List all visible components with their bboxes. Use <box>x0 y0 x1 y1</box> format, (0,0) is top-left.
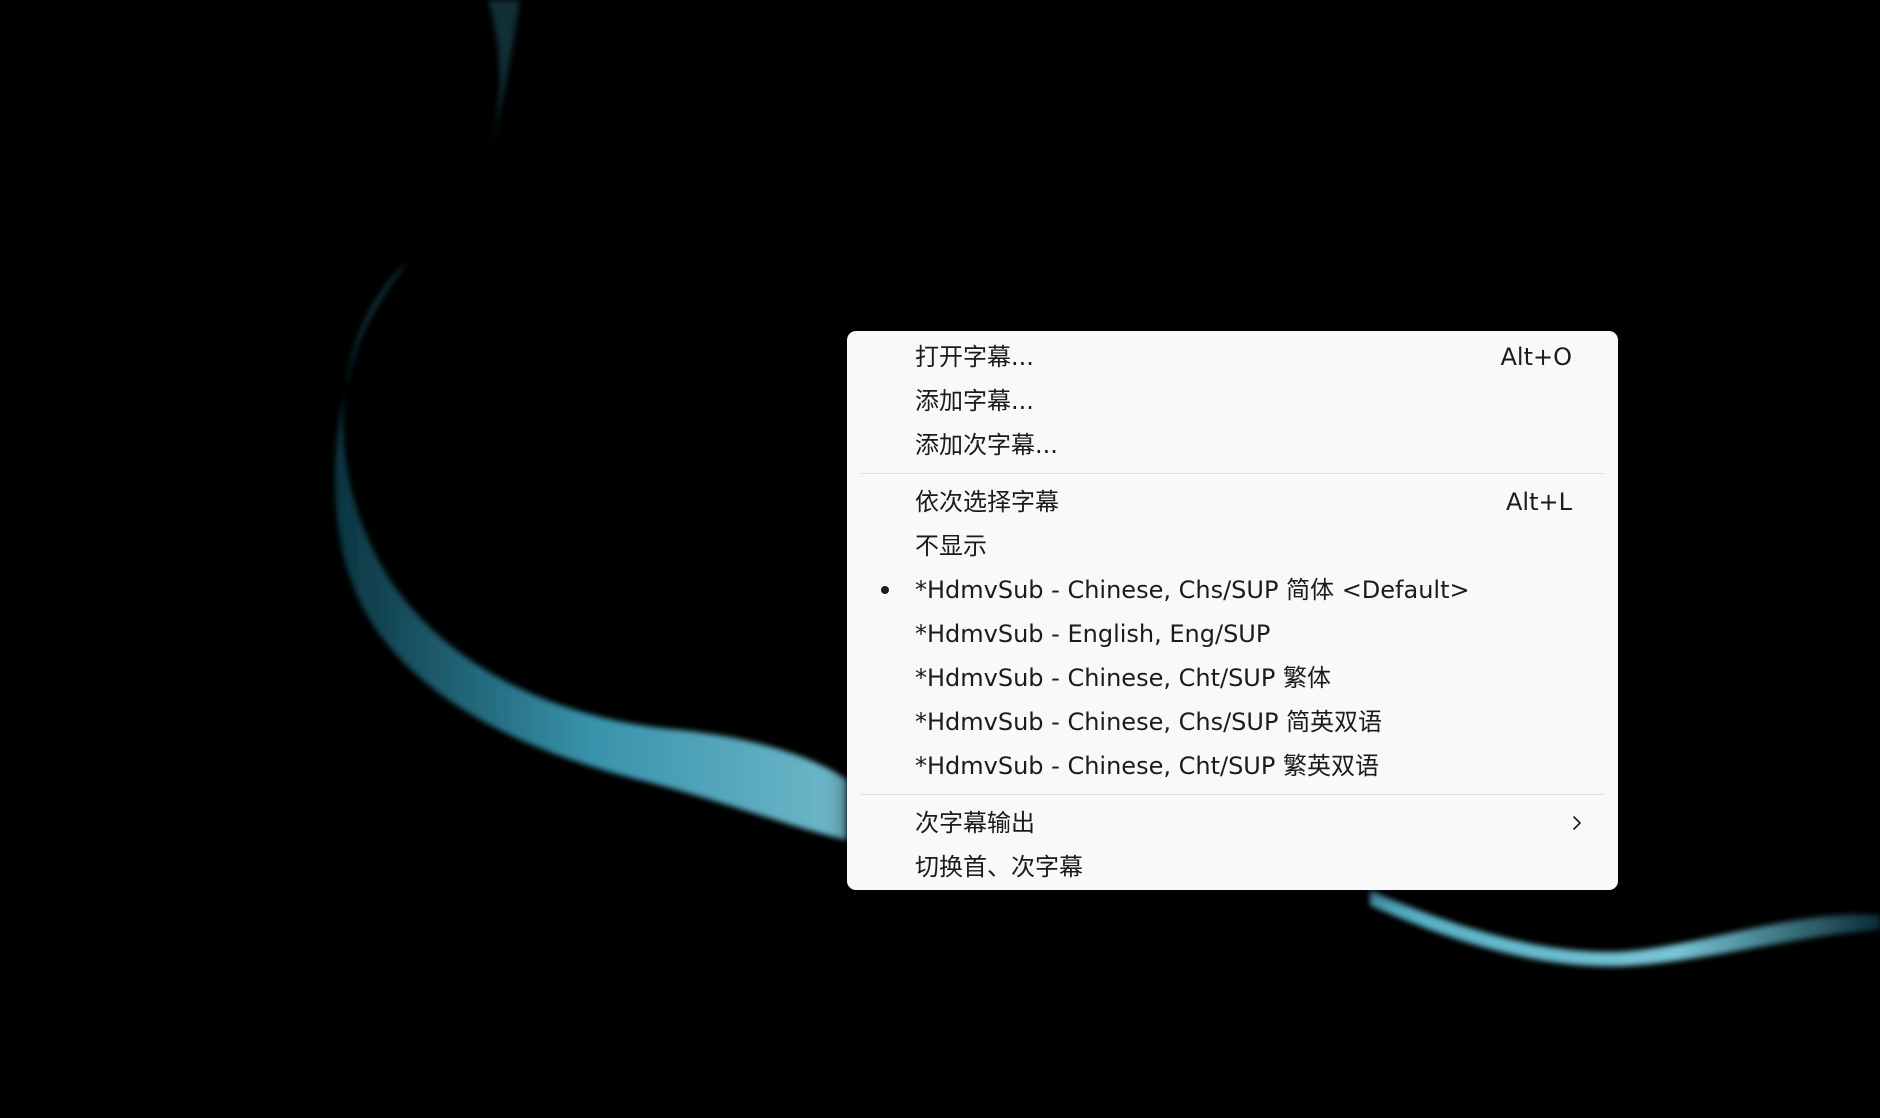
menu-item-open-subtitle[interactable]: 打开字幕... Alt+O <box>847 335 1618 379</box>
menu-item-subtitle-track-cht[interactable]: *HdmvSub - Chinese, Cht/SUP 繁体 <box>847 656 1618 700</box>
menu-item-subtitle-track-eng[interactable]: *HdmvSub - English, Eng/SUP <box>847 612 1618 656</box>
menu-item-label: *HdmvSub - Chinese, Chs/SUP 简英双语 <box>915 708 1383 736</box>
menu-item-label: *HdmvSub - Chinese, Chs/SUP 简体 <Default> <box>915 576 1470 604</box>
menu-item-label: 次字幕输出 <box>915 809 1035 837</box>
menu-item-label: *HdmvSub - English, Eng/SUP <box>915 620 1271 648</box>
menu-item-shortcut: Alt+L <box>1506 488 1572 516</box>
menu-item-label: 切换首、次字幕 <box>915 853 1083 881</box>
menu-item-label: 打开字幕... <box>915 343 1034 371</box>
menu-item-label: 依次选择字幕 <box>915 488 1059 516</box>
menu-item-label: *HdmvSub - Chinese, Cht/SUP 繁英双语 <box>915 752 1379 780</box>
menu-item-subtitle-track-cht-eng[interactable]: *HdmvSub - Chinese, Cht/SUP 繁英双语 <box>847 744 1618 788</box>
video-player-screen: 打开字幕... Alt+O 添加字幕... 添加次字幕... 依次选择字幕 Al… <box>0 0 1880 1118</box>
menu-item-subtitle-track-chs-eng[interactable]: *HdmvSub - Chinese, Chs/SUP 简英双语 <box>847 700 1618 744</box>
menu-separator <box>861 794 1604 795</box>
menu-item-shortcut: Alt+O <box>1500 343 1573 371</box>
menu-item-label: *HdmvSub - Chinese, Cht/SUP 繁体 <box>915 664 1331 692</box>
menu-item-label: 添加字幕... <box>915 387 1034 415</box>
subtitle-context-menu: 打开字幕... Alt+O 添加字幕... 添加次字幕... 依次选择字幕 Al… <box>847 331 1618 890</box>
menu-item-subtitle-track-chs[interactable]: *HdmvSub - Chinese, Chs/SUP 简体 <Default> <box>847 568 1618 612</box>
menu-item-add-secondary-subtitle[interactable]: 添加次字幕... <box>847 423 1618 467</box>
menu-item-hide-subtitles[interactable]: 不显示 <box>847 524 1618 568</box>
menu-item-cycle-subtitles[interactable]: 依次选择字幕 Alt+L <box>847 480 1618 524</box>
menu-item-swap-primary-secondary[interactable]: 切换首、次字幕 <box>847 845 1618 889</box>
chevron-right-icon <box>1573 816 1581 830</box>
menu-item-secondary-subtitle-output[interactable]: 次字幕输出 <box>847 801 1618 845</box>
selected-bullet-icon <box>878 568 892 612</box>
menu-item-label: 不显示 <box>915 532 987 560</box>
menu-separator <box>861 473 1604 474</box>
menu-item-label: 添加次字幕... <box>915 431 1058 459</box>
menu-item-add-subtitle[interactable]: 添加字幕... <box>847 379 1618 423</box>
